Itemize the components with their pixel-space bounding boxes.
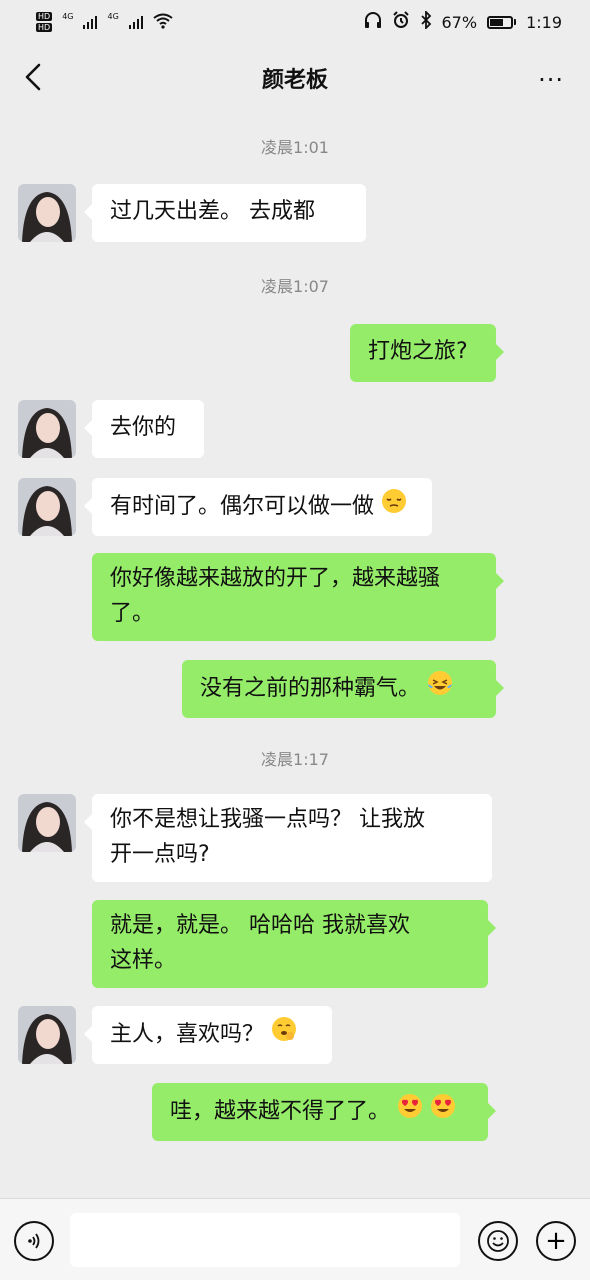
- shy-face-emoji-icon: [271, 1016, 297, 1054]
- message-text-line: 你好像越来越放的开了，越来越骚: [110, 566, 441, 591]
- wifi-icon: [153, 13, 173, 32]
- signal-icon-2: [128, 15, 143, 29]
- message-bubble-incoming[interactable]: 过几天出差。 去成都: [84, 184, 366, 242]
- network-type-2: 4G: [107, 12, 119, 21]
- sim-badges: HD HD: [36, 12, 53, 32]
- chat-title: 颜老板: [261, 68, 328, 93]
- signal-icon-1: [83, 15, 98, 29]
- message-bubble-outgoing[interactable]: 打炮之旅?: [350, 324, 504, 382]
- emoji-icon[interactable]: [478, 1221, 518, 1261]
- chat-header: 颜老板 ···: [0, 48, 590, 108]
- hd-badge-2: HD: [36, 23, 53, 32]
- message-bubble-outgoing[interactable]: 就是，就是。 哈哈哈 我就喜欢 这样。: [92, 900, 496, 988]
- hd-badge-1: HD: [36, 12, 53, 21]
- message-text: 没有之前的那种霸气。: [200, 676, 421, 701]
- laughing-crying-emoji-icon: [427, 670, 453, 708]
- timestamp: 凌晨1:17: [261, 750, 329, 769]
- battery-percent: 67%: [441, 12, 478, 32]
- message-text-line: 开一点吗?: [110, 842, 210, 867]
- avatar[interactable]: [18, 1006, 76, 1064]
- sleepy-face-emoji-icon: [381, 488, 407, 526]
- status-right: 67% 1:19: [364, 9, 562, 33]
- message-text: 哇，越来越不得了了。: [170, 1099, 391, 1124]
- status-left: HD HD 4G 4G: [36, 12, 173, 32]
- voice-icon[interactable]: [14, 1221, 54, 1261]
- message-text-line: 这样。: [110, 948, 177, 973]
- message-bubble-incoming[interactable]: 去你的: [84, 400, 204, 458]
- message-text: 打炮之旅?: [368, 339, 468, 364]
- message-bubble-outgoing[interactable]: 哇，越来越不得了了。: [152, 1083, 496, 1141]
- bluetooth-icon: [420, 9, 432, 33]
- battery-icon: [487, 15, 517, 29]
- message-bubble-outgoing[interactable]: 没有之前的那种霸气。: [182, 660, 504, 718]
- clock: 1:19: [526, 12, 562, 32]
- message-bubble-incoming[interactable]: 你不是想让我骚一点吗？ 让我放 开一点吗?: [84, 794, 492, 882]
- avatar[interactable]: [18, 794, 76, 852]
- avatar[interactable]: [18, 478, 76, 536]
- more-dots-icon[interactable]: ···: [538, 66, 564, 94]
- message-bubble-incoming[interactable]: 主人，喜欢吗？: [84, 1006, 332, 1064]
- timestamp: 凌晨1:01: [261, 138, 329, 157]
- input-bar: +: [0, 1198, 590, 1280]
- status-bar: HD HD 4G 4G 67% 1:19: [0, 0, 590, 44]
- message-text-line: 就是，就是。 哈哈哈 我就喜欢: [110, 913, 410, 938]
- headphones-icon: [364, 12, 382, 32]
- message-text: 去你的: [110, 415, 177, 440]
- message-text: 主人，喜欢吗？: [110, 1022, 265, 1047]
- timestamp: 凌晨1:07: [261, 277, 329, 296]
- message-bubble-incoming[interactable]: 有时间了。偶尔可以做一做: [84, 478, 432, 536]
- heart-eyes-emoji-icon: [430, 1093, 456, 1131]
- heart-eyes-emoji-icon: [397, 1093, 423, 1131]
- avatar[interactable]: [18, 400, 76, 458]
- message-bubble-outgoing[interactable]: 你好像越来越放的开了，越来越骚 了。: [92, 553, 504, 641]
- plus-icon[interactable]: +: [536, 1221, 576, 1261]
- network-type-1: 4G: [62, 12, 74, 21]
- message-text-line: 你不是想让我骚一点吗？ 让我放: [110, 807, 425, 832]
- avatar[interactable]: [18, 184, 76, 242]
- message-text: 过几天出差。 去成都: [110, 199, 315, 224]
- message-input[interactable]: [70, 1213, 460, 1267]
- message-text-line: 了。: [110, 601, 155, 626]
- alarm-icon: [392, 11, 410, 33]
- message-text: 有时间了。偶尔可以做一做: [110, 494, 375, 519]
